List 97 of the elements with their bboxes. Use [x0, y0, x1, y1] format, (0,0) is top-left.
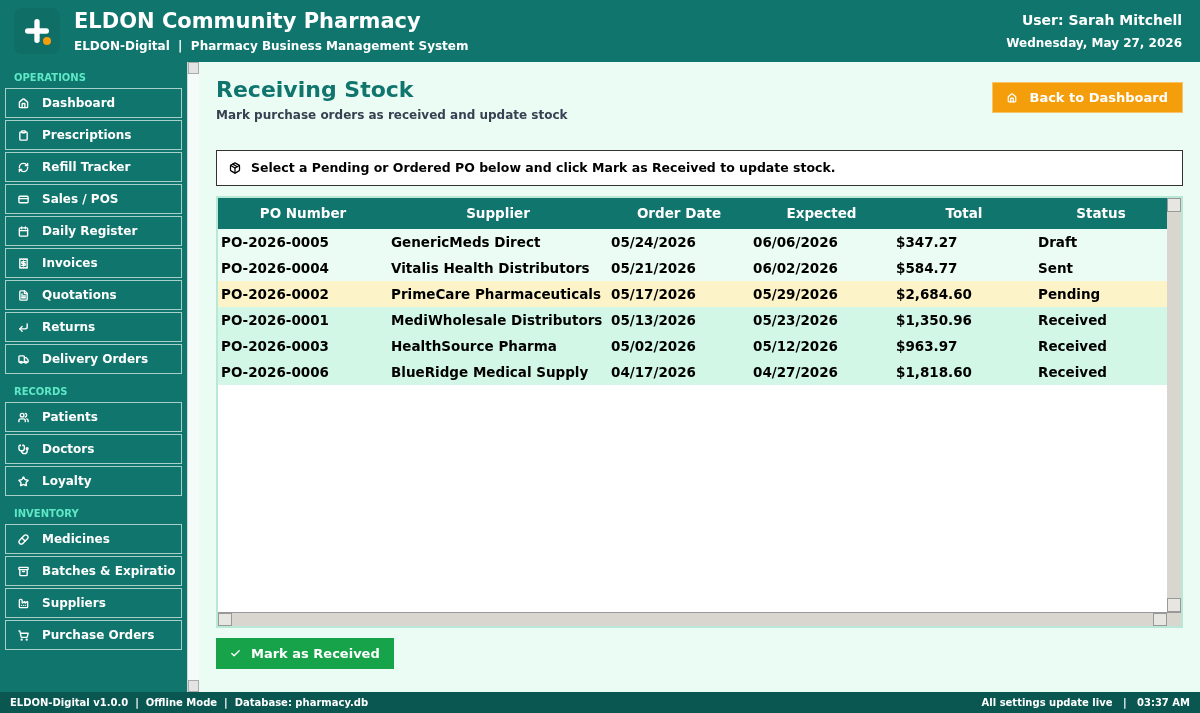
table-cell-text: 04/27/2026 [752, 362, 839, 382]
mark-as-received-button[interactable]: Mark as Received [216, 638, 394, 669]
app-subtitle: ELDON-Digital | Pharmacy Business Management System [74, 37, 469, 55]
column-header: Expected [785, 204, 858, 224]
table-cell-text: 05/13/2026 [610, 310, 697, 330]
sidebar-item[interactable]: Returns [5, 312, 182, 342]
sidebar-item[interactable]: Suppliers [5, 588, 182, 618]
calendar-icon [18, 225, 29, 237]
sidebar-item[interactable]: Prescriptions [5, 120, 182, 150]
cart-icon [18, 629, 29, 641]
table-cell-text: Vitalis Health Distributors [390, 258, 591, 278]
sidebar-item[interactable]: Delivery Orders [5, 344, 182, 374]
table-cell-text: $963.97 [895, 336, 959, 356]
table-cell-text: Received [1037, 336, 1108, 356]
pharmacy-logo-icon [14, 8, 60, 54]
sidebar-item[interactable]: Sales / POS [5, 184, 182, 214]
refresh-icon [18, 161, 29, 173]
table-cell-text: Draft [1037, 232, 1079, 252]
sidebar-item[interactable]: Invoices [5, 248, 182, 278]
sidebar-item[interactable]: Medicines [5, 524, 182, 554]
table-cell-text: PO-2026-0005 [220, 232, 330, 252]
table-cell-text: 05/23/2026 [752, 310, 839, 330]
sidebar-item[interactable]: Quotations [5, 280, 182, 310]
factory-icon [18, 597, 29, 609]
table-cell-text: 06/02/2026 [752, 258, 839, 278]
table-cell-text: $1,818.60 [895, 362, 973, 382]
sidebar-item[interactable]: Patients [5, 402, 182, 432]
table-cell-text: 06/06/2026 [752, 232, 839, 252]
return-arrow-icon [18, 321, 29, 333]
section-heading: RECORDS [13, 385, 69, 399]
status-left: ELDON-Digital v1.0.0 | Offline Mode | Database: pharmacy.db [10, 696, 369, 710]
table-cell-text: Received [1037, 362, 1108, 382]
card-icon [18, 193, 29, 205]
sidebar-item[interactable]: Doctors [5, 434, 182, 464]
table-cell-text: 05/24/2026 [610, 232, 697, 252]
section-heading: INVENTORY [13, 507, 80, 521]
user-name: User: Sarah Mitchell [1021, 11, 1182, 30]
sidebar-item[interactable]: Purchase Orders [5, 620, 182, 650]
box-icon [18, 565, 29, 577]
column-header: PO Number [258, 204, 348, 224]
table-cell-text: $1,350.96 [895, 310, 973, 330]
clipboard-icon [18, 129, 29, 141]
sidebar-item[interactable]: Refill Tracker [5, 152, 182, 182]
sidebar-item[interactable]: Daily Register [5, 216, 182, 246]
people-icon [18, 411, 29, 423]
table-cell-text: PO-2026-0003 [220, 336, 330, 356]
section-heading: OPERATIONS [13, 71, 87, 85]
table-cell-text: PO-2026-0001 [220, 310, 330, 330]
column-header: Total [944, 204, 984, 224]
table-cell-text: $347.27 [895, 232, 959, 252]
table-cell-text: PrimeCare Pharmaceuticals [390, 284, 602, 304]
table-cell-text: 05/12/2026 [752, 336, 839, 356]
table-row[interactable]: PO-2026-0001 MediWholesale Distributors 05/13/2026 05/23/2026 $1,350.96 Received [218, 307, 1167, 333]
table-cell-text: PO-2026-0004 [220, 258, 330, 278]
table-cell-text: PO-2026-0002 [220, 284, 330, 304]
table-cell-text: HealthSource Pharma [390, 336, 558, 356]
home-icon [1007, 92, 1018, 103]
star-icon [18, 475, 29, 487]
notice-text: Select a Pending or Ordered PO below and click Mark as Received to update stock. [251, 158, 836, 177]
table-row[interactable]: PO-2026-0006 BlueRidge Medical Supply 04/17/2026 04/27/2026 $1,818.60 Received [218, 359, 1167, 385]
home-icon [18, 97, 29, 109]
table-cell-text: PO-2026-0006 [220, 362, 330, 382]
table-cell-text: Sent [1037, 258, 1074, 278]
table-cell-text: $584.77 [895, 258, 959, 278]
table-cell-text: 05/02/2026 [610, 336, 697, 356]
column-header: Supplier [465, 204, 531, 224]
table-cell-text: 05/29/2026 [752, 284, 839, 304]
table-cell-text: Pending [1037, 284, 1102, 304]
table-row[interactable]: PO-2026-0003 HealthSource Pharma 05/02/2026 05/12/2026 $963.97 Received [218, 333, 1167, 359]
current-date: Wednesday, May 27, 2026 [1006, 35, 1182, 52]
page-subtitle: Mark purchase orders as received and update stock [216, 107, 568, 124]
package-icon [229, 162, 241, 174]
app-title: ELDON Community Pharmacy [74, 7, 422, 34]
table-cell-text: 05/21/2026 [610, 258, 697, 278]
table-row[interactable]: PO-2026-0004 Vitalis Health Distributors 05/21/2026 06/02/2026 $584.77 Sent [218, 255, 1167, 281]
page-title: Receiving Stock [216, 76, 415, 104]
table-cell-text: $2,684.60 [895, 284, 973, 304]
sidebar-item[interactable]: Batches & Expiratio [5, 556, 182, 586]
column-header: Order Date [635, 204, 723, 224]
table-row[interactable]: PO-2026-0002 PrimeCare Pharmaceuticals 05/17/2026 05/29/2026 $2,684.60 Pending [218, 281, 1167, 307]
document-icon [18, 289, 29, 301]
sidebar-item[interactable]: Dashboard [5, 88, 182, 118]
check-icon [230, 648, 241, 659]
status-right: All settings update live | 03:37 AM [981, 696, 1190, 710]
table-cell-text: Received [1037, 310, 1108, 330]
stethoscope-icon [18, 443, 29, 455]
table-row[interactable]: PO-2026-0005 GenericMeds Direct 05/24/2026 06/06/2026 $347.27 Draft [218, 229, 1167, 255]
column-header: Status [1075, 204, 1127, 224]
pill-icon [18, 533, 29, 545]
sidebar-item[interactable]: Loyalty [5, 466, 182, 496]
table-cell-text: 05/17/2026 [610, 284, 697, 304]
table-cell-text: BlueRidge Medical Supply [390, 362, 590, 382]
receipt-icon [18, 257, 29, 269]
table-cell-text: MediWholesale Distributors [390, 310, 604, 330]
table-cell-text: GenericMeds Direct [390, 232, 542, 252]
truck-icon [18, 353, 29, 365]
table-cell-text: 04/17/2026 [610, 362, 697, 382]
